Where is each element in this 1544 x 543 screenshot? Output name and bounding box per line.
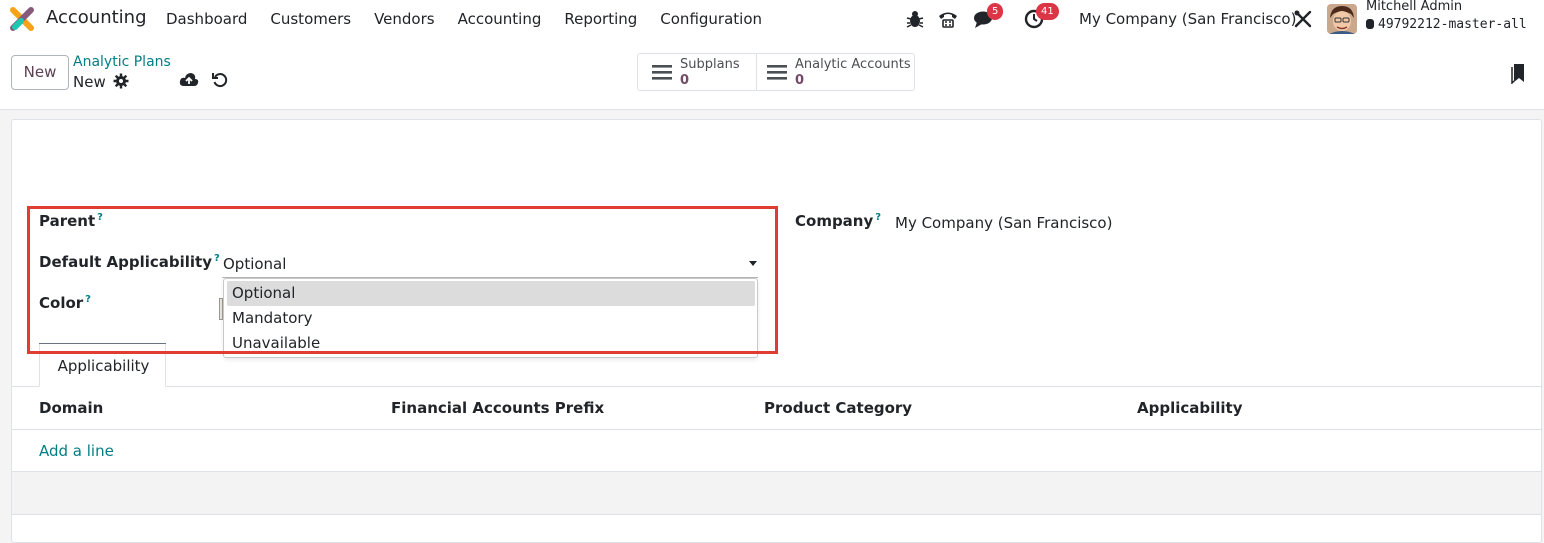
- company-switcher[interactable]: My Company (San Francisco): [1079, 10, 1296, 28]
- caret-down-icon: [749, 261, 757, 266]
- breadcrumb-analytic-plans[interactable]: Analytic Plans: [73, 54, 171, 70]
- company-label: Company?: [795, 212, 882, 230]
- column-product-category[interactable]: Product Category: [764, 399, 912, 417]
- menu-configuration[interactable]: Configuration: [660, 10, 762, 28]
- menu-reporting[interactable]: Reporting: [564, 10, 637, 28]
- cloud-upload-icon[interactable]: [179, 71, 199, 89]
- menu-accounting[interactable]: Accounting: [458, 10, 542, 28]
- tab-divider: [11, 386, 1542, 387]
- list-header-divider: [11, 429, 1542, 430]
- user-avatar[interactable]: [1327, 4, 1357, 34]
- menu-customers[interactable]: Customers: [270, 10, 351, 28]
- list-footer-divider: [11, 514, 1542, 515]
- messages-badge: 5: [987, 3, 1004, 20]
- bug-icon[interactable]: [904, 8, 926, 30]
- accounting-app-icon[interactable]: [9, 6, 35, 32]
- control-panel: New Analytic Plans New Subplans 0 Analyt…: [0, 38, 1544, 110]
- help-icon[interactable]: ?: [85, 294, 91, 305]
- company-field[interactable]: My Company (San Francisco): [895, 214, 1112, 232]
- tools-icon[interactable]: [1292, 8, 1314, 30]
- tab-applicability-label: Applicability: [57, 357, 150, 375]
- menu-dashboard[interactable]: Dashboard: [166, 10, 247, 28]
- database-name: 49792212-master-all: [1366, 17, 1527, 32]
- option-unavailable[interactable]: Unavailable: [227, 331, 755, 356]
- gear-icon[interactable]: [113, 73, 129, 89]
- phone-icon[interactable]: [937, 8, 959, 30]
- list-icon: [652, 65, 672, 80]
- user-name[interactable]: Mitchell Admin: [1366, 0, 1462, 14]
- database-icon: [1366, 19, 1374, 29]
- color-label: Color?: [39, 294, 91, 312]
- help-icon[interactable]: ?: [875, 212, 881, 223]
- column-applicability[interactable]: Applicability: [1137, 399, 1243, 417]
- default-applicability-label: Default Applicability?: [39, 253, 220, 271]
- top-navbar: Accounting Dashboard Customers Vendors A…: [0, 0, 1544, 38]
- tab-active-indicator: [39, 343, 166, 344]
- help-icon[interactable]: ?: [214, 253, 220, 264]
- applicability-dropdown: Optional Mandatory Unavailable: [223, 278, 758, 358]
- new-button[interactable]: New: [11, 55, 69, 90]
- analytic-accounts-button[interactable]: Analytic Accounts 0: [756, 54, 914, 90]
- subplans-button[interactable]: Subplans 0: [638, 54, 756, 90]
- parent-label: Parent?: [39, 212, 103, 230]
- activities-badge: 41: [1036, 3, 1059, 20]
- analytic-accounts-label: Analytic Accounts: [795, 57, 911, 72]
- bookmark-icon[interactable]: [1511, 62, 1527, 84]
- list-icon: [767, 65, 787, 80]
- list-empty-row: [12, 472, 1541, 514]
- option-mandatory[interactable]: Mandatory: [227, 306, 755, 331]
- add-a-line-link[interactable]: Add a line: [39, 442, 114, 460]
- database-label: 49792212-master-all: [1378, 17, 1527, 32]
- subplans-count: 0: [680, 73, 690, 88]
- record-name: New: [73, 73, 106, 91]
- tab-applicability[interactable]: Applicability: [39, 343, 166, 387]
- discard-undo-icon[interactable]: [212, 72, 228, 88]
- option-optional[interactable]: Optional: [227, 281, 755, 306]
- column-financial-accounts-prefix[interactable]: Financial Accounts Prefix: [391, 399, 604, 417]
- menu-vendors[interactable]: Vendors: [374, 10, 435, 28]
- analytic-accounts-count: 0: [795, 73, 805, 88]
- default-applicability-value: Optional: [223, 255, 287, 273]
- smart-buttons: Subplans 0 Analytic Accounts 0: [637, 53, 915, 91]
- main-menu: Dashboard Customers Vendors Accounting R…: [166, 10, 785, 28]
- avatar-image: [1327, 4, 1357, 34]
- subplans-label: Subplans: [680, 57, 740, 72]
- help-icon[interactable]: ?: [97, 212, 103, 223]
- default-applicability-select[interactable]: Optional: [222, 251, 758, 278]
- column-domain[interactable]: Domain: [39, 399, 103, 417]
- app-name[interactable]: Accounting: [46, 7, 147, 28]
